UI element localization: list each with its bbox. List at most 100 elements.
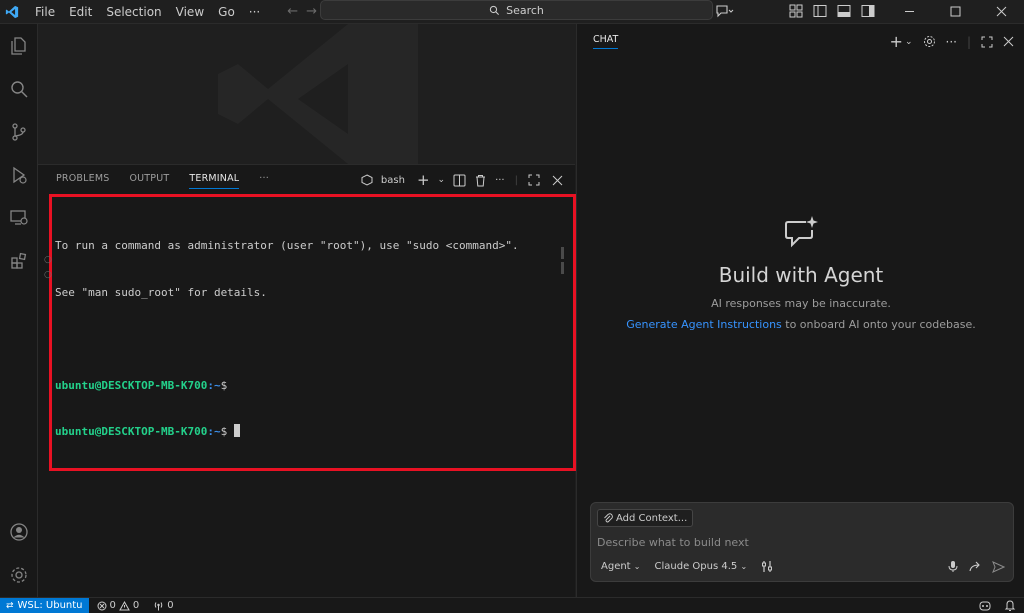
menu-view[interactable]: View: [169, 1, 211, 23]
panel-actions: bash + ⌄ ··· |: [361, 171, 563, 189]
chat-input-actions: [947, 560, 1005, 573]
chat-panel: CHAT + ⌄ ··· | Build with Agent AI respo…: [576, 24, 1024, 597]
explorer-icon[interactable]: [0, 28, 38, 64]
generate-instructions-link[interactable]: Generate Agent Instructions: [626, 318, 782, 331]
continue-arrow-icon[interactable]: [969, 561, 982, 573]
terminal-prompt-line: ubuntu@DESCKTOP-MB-K700:~$: [55, 378, 519, 394]
accounts-icon[interactable]: [0, 514, 38, 550]
send-icon[interactable]: [992, 560, 1005, 573]
more-actions-icon[interactable]: ···: [946, 35, 957, 49]
toggle-primary-sidebar-icon[interactable]: [808, 0, 832, 22]
search-icon[interactable]: [0, 71, 38, 107]
ports-status[interactable]: 0: [153, 600, 174, 611]
prompt-user: ubuntu@DESCKTOP-MB-K700: [55, 425, 208, 438]
title-right-controls: [708, 0, 1024, 22]
status-bar: ⇄ WSL: Ubuntu 0 0 0: [0, 597, 1024, 613]
prompt-user: ubuntu@DESCKTOP-MB-K700: [55, 378, 208, 392]
tab-problems[interactable]: PROBLEMS: [56, 173, 109, 189]
command-center-search[interactable]: Search: [320, 0, 713, 20]
chat-input-toolbar: Agent ⌄ Claude Opus 4.5 ⌄: [601, 560, 774, 573]
remote-indicator[interactable]: ⇄ WSL: Ubuntu: [0, 597, 89, 613]
forward-arrow-icon[interactable]: →: [306, 4, 317, 19]
mode-label: Agent: [601, 561, 631, 572]
extensions-icon[interactable]: [0, 243, 38, 279]
maximize-chat-icon[interactable]: [981, 36, 993, 48]
prompt-path: :~: [207, 378, 221, 392]
trash-icon[interactable]: [474, 174, 487, 187]
toggle-secondary-sidebar-icon[interactable]: [856, 0, 880, 22]
maximize-panel-icon[interactable]: [528, 174, 540, 186]
chat-input-box[interactable]: Add Context... Describe what to build ne…: [590, 502, 1014, 582]
bell-icon[interactable]: [1004, 599, 1016, 613]
add-context-button[interactable]: Add Context...: [597, 509, 694, 527]
model-label: Claude Opus 4.5: [654, 561, 738, 572]
terminal-line: See "man sudo_root" for details.: [55, 285, 267, 299]
chevron-down-icon[interactable]: ⌄: [905, 37, 913, 47]
new-chat-plus-icon[interactable]: +: [890, 32, 903, 51]
chat-sparkle-icon: [785, 216, 818, 248]
activity-bar: [0, 24, 38, 597]
terminal-shell-icon: [361, 174, 373, 186]
error-icon: [97, 601, 107, 610]
title-bar: File Edit Selection View Go ··· ← → Sear…: [0, 0, 1024, 24]
remote-explorer-icon[interactable]: [0, 200, 38, 236]
chat-title-tab[interactable]: CHAT: [593, 34, 619, 49]
maximize-icon[interactable]: [932, 0, 978, 22]
terminal-prompt-line: ubuntu@DESCKTOP-MB-K700:~$: [55, 424, 519, 440]
tools-icon[interactable]: [761, 560, 774, 573]
chat-instructions-line: Generate Agent Instructions to onboard A…: [577, 318, 1024, 331]
shell-label[interactable]: bash: [381, 175, 405, 186]
problems-status[interactable]: 0 0: [97, 600, 139, 611]
menu-edit[interactable]: Edit: [62, 1, 99, 23]
chevron-down-icon[interactable]: ⌄: [438, 175, 446, 185]
menu-more[interactable]: ···: [242, 1, 267, 23]
split-terminal-icon[interactable]: [453, 174, 466, 187]
terminal-cursor: [233, 424, 240, 437]
search-label: Search: [506, 3, 544, 17]
broadcast-icon: [155, 601, 163, 610]
search-icon: [489, 5, 500, 15]
separator: |: [514, 174, 518, 186]
copilot-chat-icon[interactable]: [708, 0, 744, 22]
terminal-decoration-icon: ○: [44, 270, 52, 280]
nav-arrows: ← →: [287, 4, 317, 19]
menu-go[interactable]: Go: [211, 1, 242, 23]
mode-picker[interactable]: Agent ⌄: [601, 561, 641, 572]
vscode-logo-icon: [0, 1, 24, 23]
editor-area: [38, 24, 575, 164]
microphone-icon[interactable]: [947, 560, 959, 573]
tab-terminal[interactable]: TERMINAL: [189, 173, 240, 189]
error-count: 0: [109, 600, 116, 611]
panel-tabs: PROBLEMS OUTPUT TERMINAL ···: [56, 173, 269, 189]
source-control-icon[interactable]: [0, 114, 38, 150]
close-panel-icon[interactable]: [552, 175, 563, 186]
chat-actions: + ⌄ ··· |: [890, 32, 1014, 51]
menu-file[interactable]: File: [28, 1, 62, 23]
close-chat-icon[interactable]: [1003, 36, 1014, 47]
copilot-status-icon[interactable]: [978, 599, 992, 613]
back-arrow-icon[interactable]: ←: [287, 4, 298, 19]
run-and-debug-icon[interactable]: [0, 157, 38, 193]
vscode-watermark-icon: [218, 24, 418, 164]
panel-more-icon[interactable]: ···: [495, 175, 505, 186]
ports-count: 0: [167, 600, 174, 611]
gear-icon[interactable]: [923, 35, 936, 48]
add-context-label: Add Context...: [616, 512, 688, 524]
paperclip-icon: [604, 513, 613, 523]
minimize-icon[interactable]: [886, 0, 932, 22]
customize-layout-icon[interactable]: [784, 0, 808, 22]
terminal-scroll-marker: [561, 247, 564, 259]
panel-more-button[interactable]: ···: [259, 173, 269, 189]
close-window-icon[interactable]: [978, 0, 1024, 22]
remote-icon: ⇄: [6, 600, 14, 611]
chat-heading: Build with Agent: [718, 263, 884, 287]
new-terminal-plus-icon[interactable]: +: [417, 171, 430, 189]
chat-input-placeholder[interactable]: Describe what to build next: [597, 536, 749, 549]
tab-output[interactable]: OUTPUT: [129, 173, 169, 189]
menu-selection[interactable]: Selection: [99, 1, 168, 23]
terminal-output[interactable]: To run a command as administrator (user …: [55, 207, 519, 471]
manage-gear-icon[interactable]: [0, 557, 38, 593]
model-picker[interactable]: Claude Opus 4.5 ⌄: [655, 561, 748, 572]
toggle-panel-icon[interactable]: [832, 0, 856, 22]
terminal-line: To run a command as administrator (user …: [55, 239, 519, 252]
